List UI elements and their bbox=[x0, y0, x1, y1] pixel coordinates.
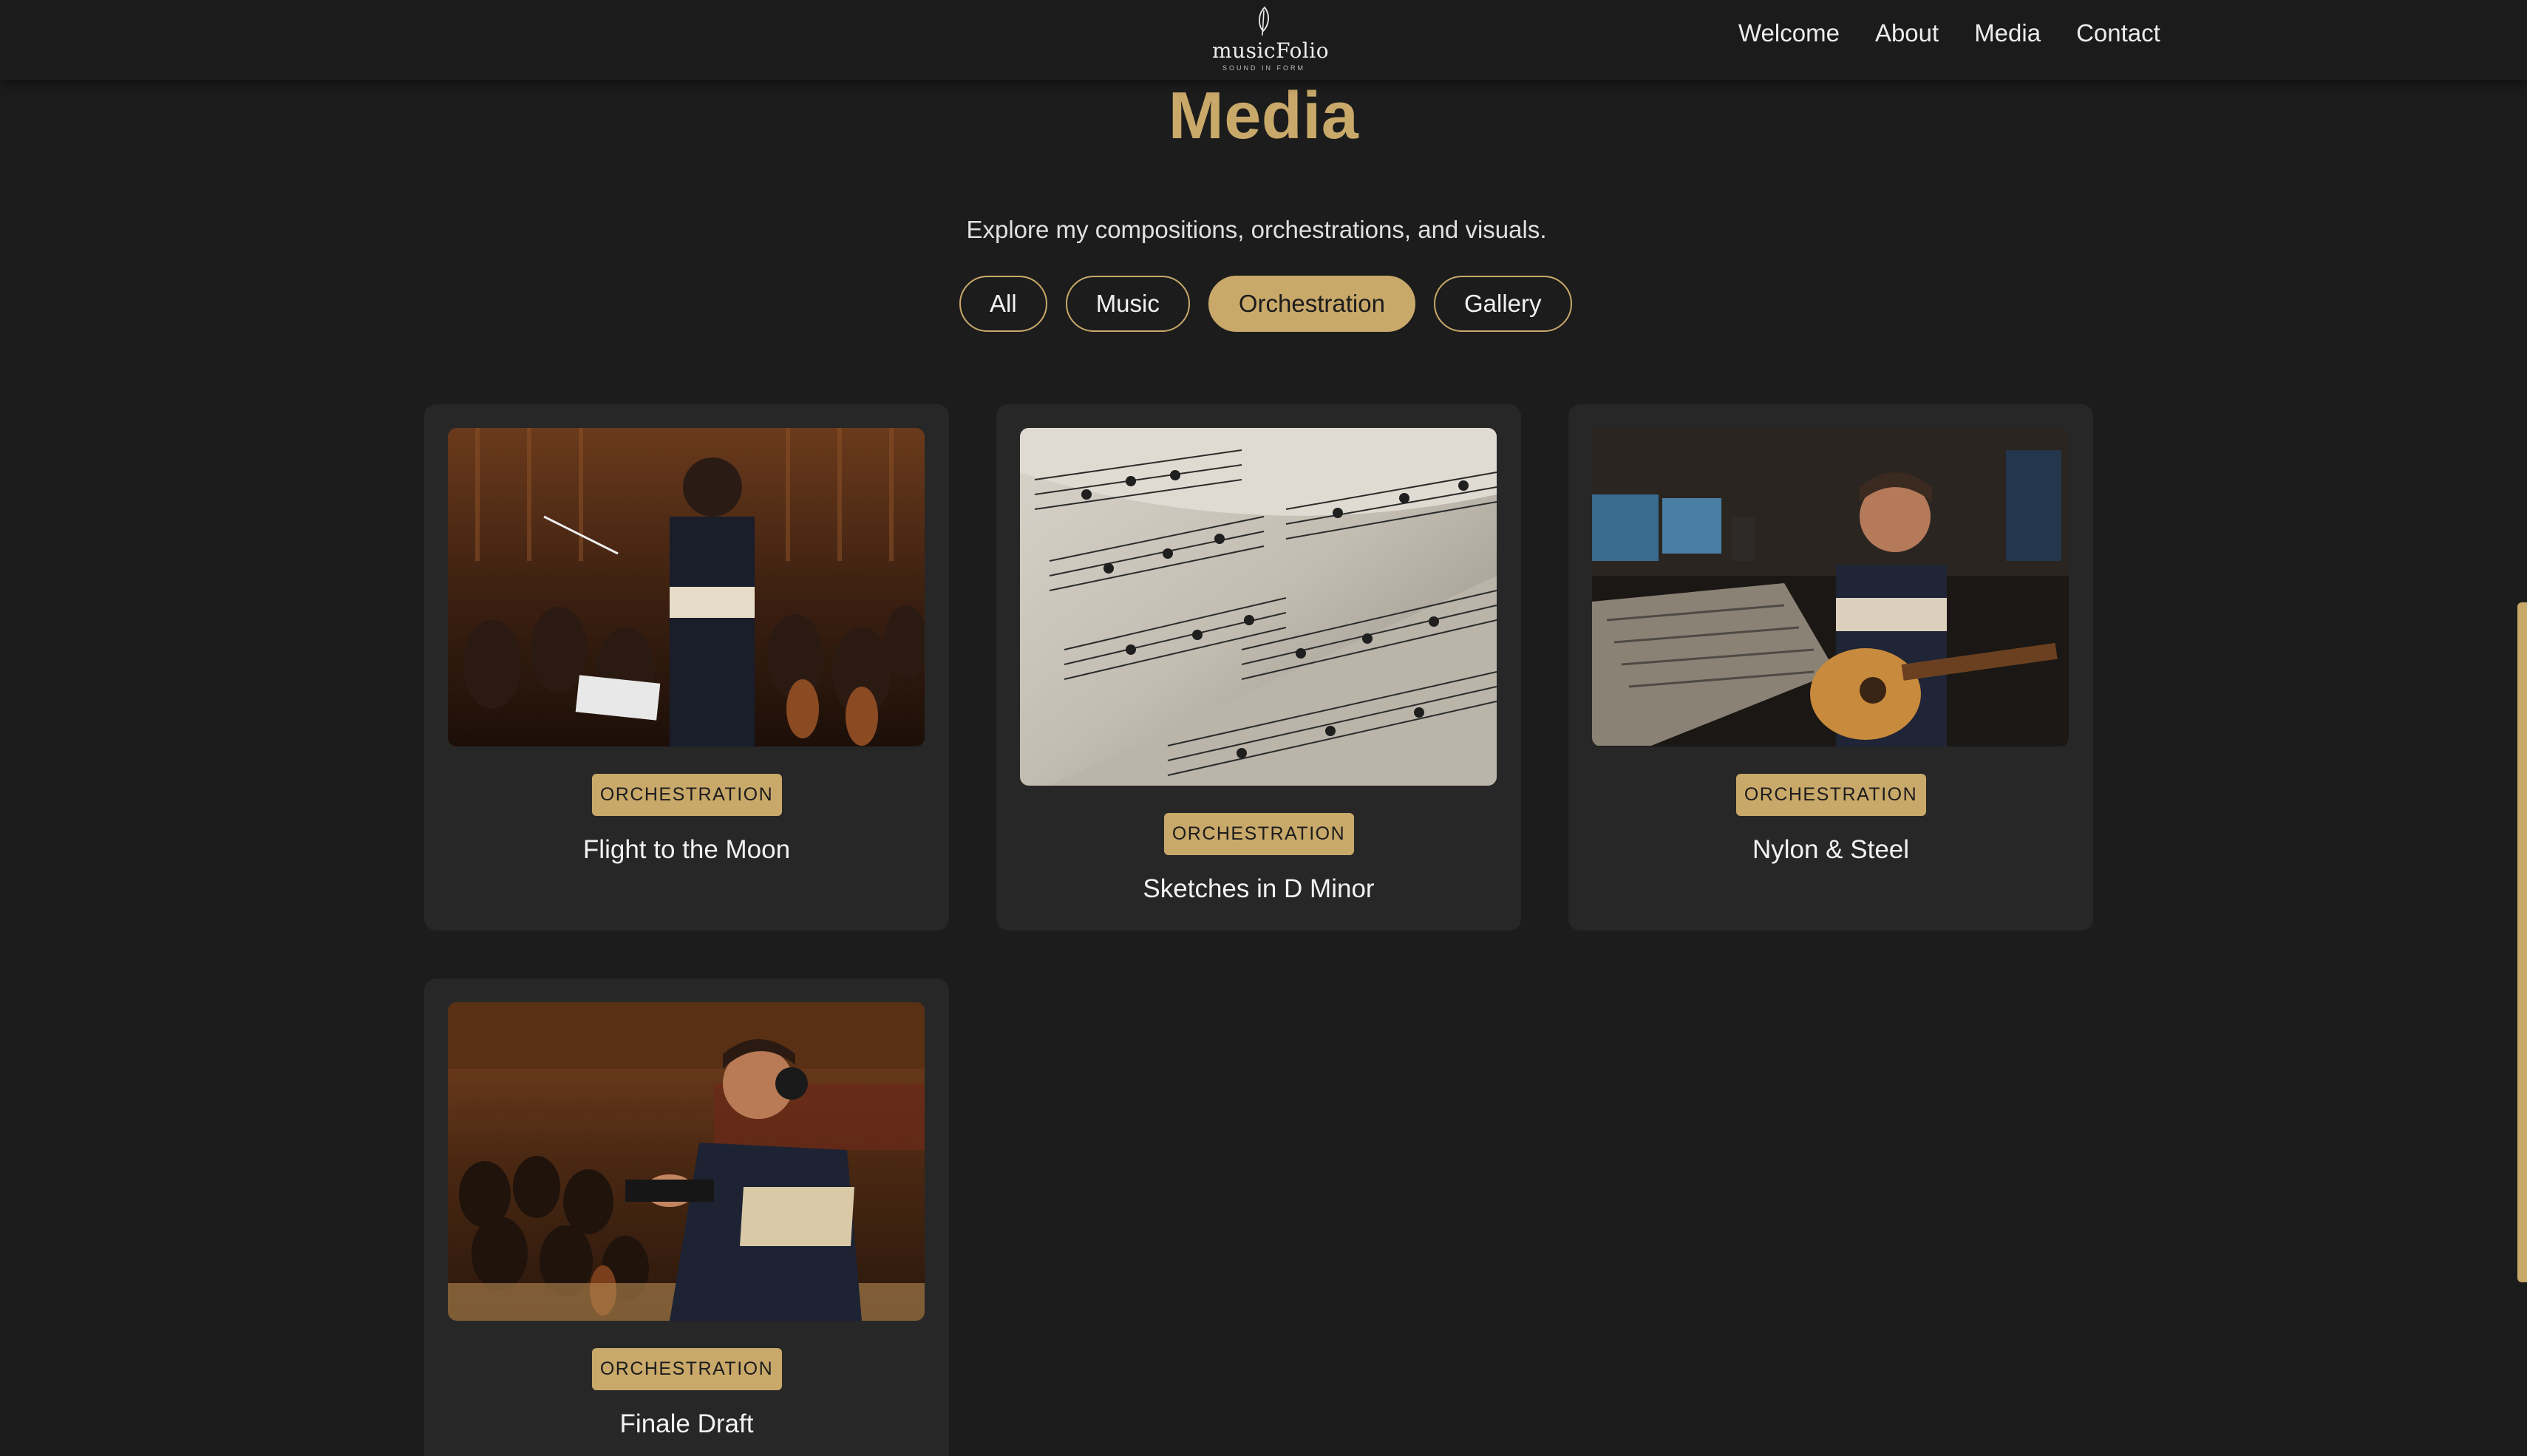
media-card[interactable]: ORCHESTRATION Nylon & Steel bbox=[1568, 404, 2093, 931]
filter-music-button[interactable]: Music bbox=[1065, 276, 1190, 332]
sheet-music-photo bbox=[1020, 428, 1497, 786]
card-title[interactable]: Nylon & Steel bbox=[1568, 835, 2093, 865]
filter-gallery-button[interactable]: Gallery bbox=[1433, 276, 1572, 332]
nav-link-media[interactable]: Media bbox=[1974, 19, 2041, 47]
media-thumbnail[interactable] bbox=[1592, 428, 2069, 746]
conductor-photo bbox=[448, 428, 925, 746]
nav-link-welcome[interactable]: Welcome bbox=[1738, 19, 1840, 47]
nav-link-about[interactable]: About bbox=[1875, 19, 1939, 47]
brand-tagline: SOUND IN FORM bbox=[1222, 64, 1305, 72]
category-badge: ORCHESTRATION bbox=[591, 774, 782, 816]
studio-guitarist-photo bbox=[1592, 428, 2069, 746]
filter-bar: All Music Orchestration Gallery bbox=[959, 276, 1572, 332]
media-thumbnail[interactable] bbox=[448, 428, 925, 746]
page-title: Media bbox=[1168, 79, 1359, 153]
media-card[interactable]: ORCHESTRATION Finale Draft bbox=[424, 979, 949, 1456]
page-intro: Explore my compositions, orchestrations,… bbox=[966, 216, 1547, 243]
category-badge: ORCHESTRATION bbox=[591, 1348, 782, 1390]
quill-icon bbox=[1259, 6, 1269, 36]
filter-all-button[interactable]: All bbox=[959, 276, 1047, 332]
brand-name: musicFolio bbox=[1212, 38, 1330, 63]
category-badge: ORCHESTRATION bbox=[1735, 774, 1926, 816]
card-title[interactable]: Flight to the Moon bbox=[424, 835, 949, 865]
scrollbar-thumb[interactable] bbox=[2517, 602, 2527, 1282]
category-badge: ORCHESTRATION bbox=[1163, 813, 1354, 855]
media-card[interactable]: ORCHESTRATION Sketches in D Minor bbox=[996, 404, 1521, 931]
nav-link-contact[interactable]: Contact bbox=[2076, 19, 2160, 47]
logo[interactable]: musicFolio SOUND IN FORM bbox=[1212, 6, 1330, 74]
media-thumbnail[interactable] bbox=[1020, 428, 1497, 786]
page: musicFolio SOUND IN FORM Welcome About M… bbox=[0, 0, 2527, 1456]
filter-orchestration-button[interactable]: Orchestration bbox=[1208, 276, 1415, 332]
rehearsal-conductor-photo bbox=[448, 1002, 925, 1321]
media-card[interactable]: ORCHESTRATION Flight to the Moon bbox=[424, 404, 949, 931]
card-title[interactable]: Finale Draft bbox=[424, 1409, 949, 1439]
card-title[interactable]: Sketches in D Minor bbox=[996, 874, 1521, 904]
top-nav: musicFolio SOUND IN FORM Welcome About M… bbox=[0, 0, 2527, 80]
media-thumbnail[interactable] bbox=[448, 1002, 925, 1321]
nav-links: Welcome About Media Contact bbox=[1738, 19, 2160, 47]
